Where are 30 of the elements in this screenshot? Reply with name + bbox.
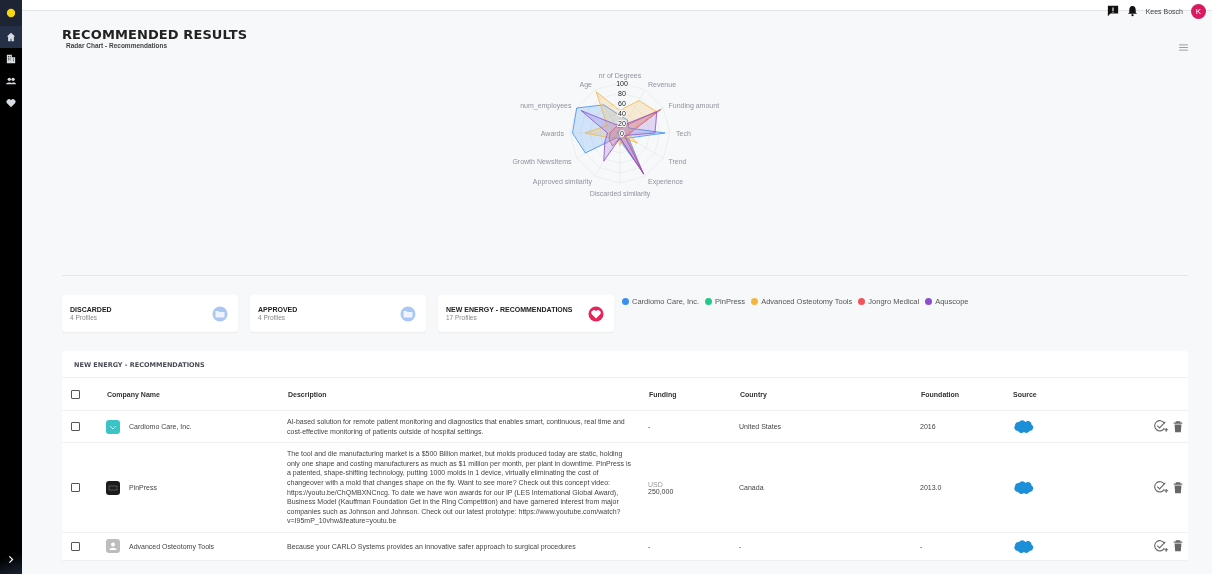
home-icon xyxy=(6,32,16,42)
cloud-logo-icon xyxy=(1012,538,1034,553)
check-add-icon[interactable] xyxy=(1154,419,1169,435)
checkbox[interactable] xyxy=(71,422,80,432)
cloud-logo-icon xyxy=(1012,480,1034,495)
trash-icon[interactable] xyxy=(1172,480,1184,495)
checkbox[interactable] xyxy=(71,389,80,399)
company-logo xyxy=(106,480,120,495)
check-add-icon[interactable] xyxy=(1154,480,1169,496)
logo-icon xyxy=(6,8,16,18)
buildings-icon xyxy=(6,54,16,64)
heart-icon xyxy=(6,98,16,108)
user-avatar[interactable]: K xyxy=(1191,3,1206,19)
bell-icon[interactable] xyxy=(1126,5,1138,17)
sidebar-item[interactable] xyxy=(0,0,22,26)
trash-icon[interactable] xyxy=(1172,419,1184,434)
page-title: RECOMMENDED RESULTS xyxy=(62,27,248,42)
company-logo xyxy=(106,419,120,434)
checkbox[interactable] xyxy=(71,541,80,551)
feedback-icon[interactable] xyxy=(1106,5,1119,17)
company-logo xyxy=(106,539,120,554)
people-icon xyxy=(6,76,16,86)
check-add-icon[interactable] xyxy=(1154,538,1169,554)
trash-icon[interactable] xyxy=(1172,539,1184,554)
folder-icon xyxy=(400,305,416,322)
chevron-right-icon xyxy=(7,554,15,564)
cloud-logo-icon xyxy=(1012,419,1034,434)
folder-icon xyxy=(212,305,228,322)
checkbox[interactable] xyxy=(71,483,80,493)
sidebar-item[interactable] xyxy=(0,26,22,48)
